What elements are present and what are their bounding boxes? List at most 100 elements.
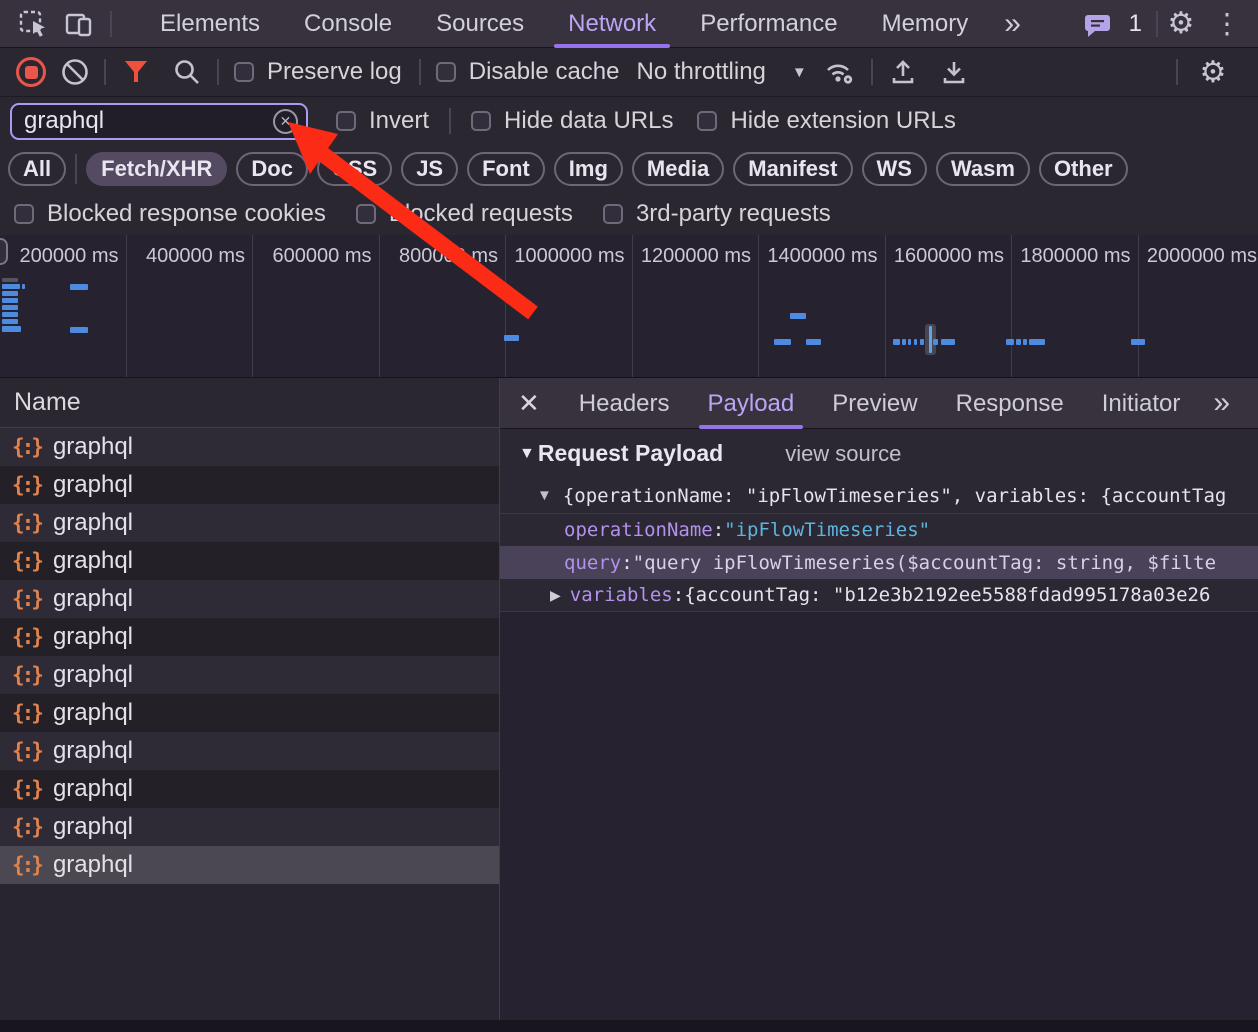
payload-value: "ipFlowTimeseries": [724, 519, 930, 541]
more-tabs-icon[interactable]: »: [990, 7, 1032, 41]
device-toolbar-icon[interactable]: [56, 0, 102, 48]
chip-other[interactable]: Other: [1039, 152, 1128, 186]
caret-right-icon[interactable]: ▶: [550, 587, 561, 604]
chip-css[interactable]: CSS: [317, 152, 392, 186]
filter-input[interactable]: [24, 107, 273, 135]
chip-wasm[interactable]: Wasm: [936, 152, 1030, 186]
name-column-header[interactable]: Name: [0, 378, 499, 428]
request-name: graphql: [53, 775, 133, 803]
tab-elements[interactable]: Elements: [138, 0, 282, 48]
request-row[interactable]: {:}graphql: [0, 732, 499, 770]
chip-media[interactable]: Media: [632, 152, 724, 186]
fetch-xhr-type-icon: {:}: [12, 587, 41, 611]
request-name: graphql: [53, 433, 133, 461]
payload-value: "query ipFlowTimeseries($accountTag: str…: [633, 552, 1216, 574]
chip-fetch-xhr[interactable]: Fetch/XHR: [86, 152, 227, 186]
network-settings-gear-icon[interactable]: ⚙: [1187, 55, 1239, 90]
fetch-xhr-type-icon: {:}: [12, 549, 41, 573]
tab-performance[interactable]: Performance: [678, 0, 859, 48]
record-network-log-button[interactable]: [16, 57, 46, 87]
chip-all[interactable]: All: [8, 152, 66, 186]
checkbox-blocked-requests[interactable]: [356, 204, 376, 224]
timeline-handle[interactable]: [0, 238, 8, 265]
tab-sources[interactable]: Sources: [414, 0, 546, 48]
view-source-link[interactable]: view source: [785, 441, 901, 467]
waterfall-bar: [2, 284, 20, 289]
request-name: graphql: [53, 509, 133, 537]
tab-console[interactable]: Console: [282, 0, 414, 48]
waterfall-bar: [1006, 339, 1014, 345]
top-tabs: ElementsConsoleSourcesNetworkPerformance…: [138, 0, 990, 48]
fetch-xhr-type-icon: {:}: [12, 435, 41, 459]
throttling-value: No throttling: [636, 58, 765, 86]
waterfall-bar: [2, 298, 18, 303]
waterfall-bar: [2, 326, 21, 332]
request-row[interactable]: {:}graphql: [0, 770, 499, 808]
detail-more-tabs-icon[interactable]: »: [1199, 386, 1241, 420]
chip-img[interactable]: Img: [554, 152, 623, 186]
payload-preview-row[interactable]: ▼ {operationName: "ipFlowTimeseries", va…: [500, 478, 1258, 513]
search-icon[interactable]: [166, 57, 208, 87]
chip-ws[interactable]: WS: [862, 152, 927, 186]
checkbox-3rd-party-requests[interactable]: [603, 204, 623, 224]
payload-entry-variables[interactable]: ▶variables: {accountTag: "b12e3b2192ee55…: [500, 579, 1258, 612]
request-row[interactable]: {:}graphql: [0, 504, 499, 542]
more-options-kebab-icon[interactable]: ⋮: [1204, 0, 1250, 48]
detail-tab-response[interactable]: Response: [937, 378, 1083, 429]
issues-message-icon[interactable]: [1075, 0, 1121, 48]
payload-colon: :: [713, 519, 724, 541]
import-har-upload-icon[interactable]: [882, 57, 924, 87]
detail-tab-headers[interactable]: Headers: [560, 378, 689, 429]
hide-extension-urls-label: Hide extension URLs: [730, 107, 955, 135]
request-payload-header[interactable]: ▼ Request Payload view source: [500, 429, 1258, 478]
settings-gear-icon[interactable]: ⚙: [1158, 0, 1204, 48]
request-row[interactable]: {:}graphql: [0, 466, 499, 504]
network-conditions-icon[interactable]: [816, 57, 862, 87]
network-overview-timeline[interactable]: 200000 ms400000 ms600000 ms800000 ms1000…: [0, 235, 1258, 378]
invert-checkbox[interactable]: [336, 111, 356, 131]
detail-tab-preview[interactable]: Preview: [813, 378, 936, 429]
payload-entry-query[interactable]: query: "query ipFlowTimeseries($accountT…: [500, 546, 1258, 579]
timeline-tick: 200000 ms: [0, 235, 127, 377]
disable-cache-checkbox[interactable]: [436, 62, 456, 82]
divider: [75, 154, 77, 184]
preserve-log-checkbox[interactable]: [234, 62, 254, 82]
close-detail-icon[interactable]: ✕: [500, 388, 560, 419]
waterfall-bar: [1016, 339, 1021, 345]
request-row[interactable]: {:} graphql: [0, 542, 499, 580]
tab-network[interactable]: Network: [546, 0, 678, 48]
timeline-ticks: 200000 ms400000 ms600000 ms800000 ms1000…: [0, 235, 1258, 377]
request-row[interactable]: {:}graphql: [0, 618, 499, 656]
request-row[interactable]: {:}graphql: [0, 694, 499, 732]
hide-data-urls-checkbox[interactable]: [471, 111, 491, 131]
payload-entry-operationname[interactable]: operationName: "ipFlowTimeseries": [500, 513, 1258, 546]
clear-filter-icon[interactable]: ✕: [273, 109, 298, 134]
waterfall-bar: [2, 278, 18, 282]
chip-manifest[interactable]: Manifest: [733, 152, 852, 186]
clear-network-log-icon[interactable]: [55, 57, 95, 87]
chip-doc[interactable]: Doc: [236, 152, 308, 186]
filter-funnel-icon[interactable]: [115, 59, 157, 85]
request-row[interactable]: {:}graphql: [0, 808, 499, 846]
divider: [1176, 59, 1178, 85]
request-name: graphql: [53, 661, 133, 689]
checkbox-blocked-response-cookies[interactable]: [14, 204, 34, 224]
request-row[interactable]: {:} graphql: [0, 428, 499, 466]
request-row[interactable]: {:}graphql: [0, 846, 499, 884]
detail-tab-payload[interactable]: Payload: [689, 378, 814, 429]
detail-tab-initiator[interactable]: Initiator: [1083, 378, 1200, 429]
export-har-download-icon[interactable]: [933, 57, 975, 87]
request-row[interactable]: {:}graphql: [0, 656, 499, 694]
hide-extension-urls-checkbox[interactable]: [697, 111, 717, 131]
hide-extension-urls-option: Hide extension URLs: [697, 107, 955, 135]
request-row[interactable]: {:}graphql: [0, 580, 499, 618]
request-name: graphql: [53, 547, 133, 575]
tab-memory[interactable]: Memory: [860, 0, 991, 48]
chip-js[interactable]: JS: [401, 152, 458, 186]
payload-key: variables: [570, 584, 673, 606]
throttling-dropdown[interactable]: No throttling ▼: [636, 58, 806, 86]
divider: [449, 108, 451, 134]
waterfall-bar: [1131, 339, 1145, 345]
chip-font[interactable]: Font: [467, 152, 545, 186]
inspect-element-icon[interactable]: [10, 0, 56, 48]
